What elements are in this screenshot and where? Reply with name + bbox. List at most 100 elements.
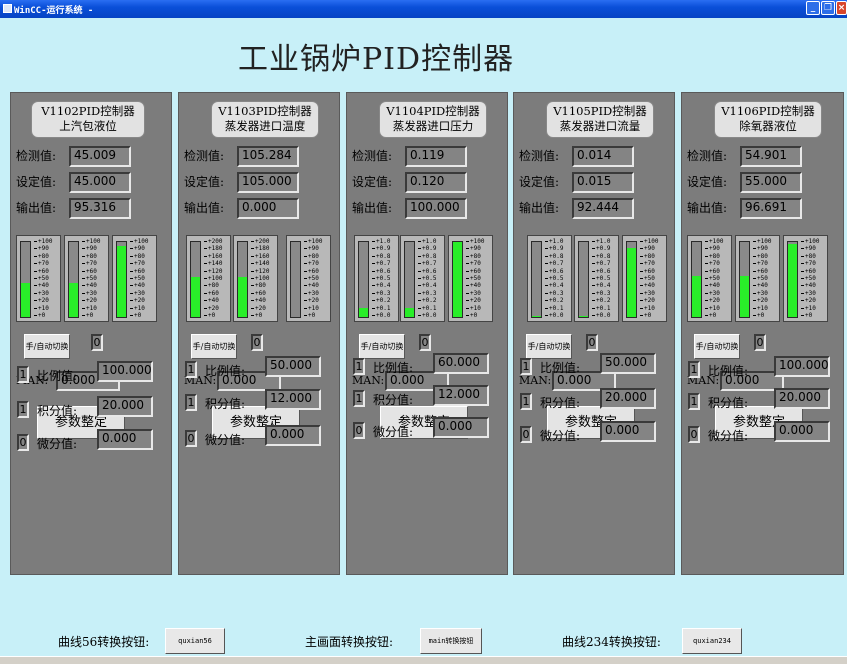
gauge-tick-label: +40 bbox=[705, 282, 720, 289]
kd-value-input[interactable]: 0.000 bbox=[433, 417, 489, 438]
gauge-tick-label: +0.7 bbox=[592, 260, 610, 267]
ki-label: 积分值: bbox=[708, 396, 749, 410]
gauge-tick-label: +0.4 bbox=[545, 282, 563, 289]
bar-gauge: +200 +180 +160 +140 +120 +100 +80 +60 +40 +20 +0 bbox=[233, 235, 278, 322]
gauge-tick-label: +90 bbox=[753, 245, 768, 252]
gauge-tick-label: +20 bbox=[640, 297, 655, 304]
gauge-tick-label: +0.2 bbox=[545, 297, 563, 304]
mode-value: 0 bbox=[251, 334, 263, 351]
manual-auto-switch-button[interactable]: 手/自动切换 bbox=[359, 334, 405, 359]
ki-flag: 1 bbox=[688, 393, 700, 410]
gauge-tick-label: +0.5 bbox=[545, 275, 563, 282]
gauge-tick-label: +0.5 bbox=[592, 275, 610, 282]
kp-value-input[interactable]: 100.000 bbox=[97, 361, 153, 382]
gauge-track bbox=[578, 241, 589, 318]
gauge-tick-label: +50 bbox=[130, 275, 145, 282]
manual-auto-switch-button[interactable]: 手/自动切换 bbox=[191, 334, 237, 359]
gauge-tick-label: +40 bbox=[82, 282, 97, 289]
gauge-track bbox=[531, 241, 542, 318]
gauge-track bbox=[404, 241, 415, 318]
gauge-tick-label: +90 bbox=[466, 245, 481, 252]
ki-value-input[interactable]: 20.000 bbox=[774, 388, 830, 409]
window-title: WinCC-运行系统 - bbox=[14, 6, 94, 16]
gauge-tick-label: +100 bbox=[82, 238, 100, 245]
kp-flag: 1 bbox=[520, 358, 532, 375]
gauge-tick-label: +0.0 bbox=[372, 312, 390, 319]
gauge-fill bbox=[740, 275, 749, 317]
gauge-fill bbox=[359, 308, 368, 317]
gauge-tick-label: +20 bbox=[801, 297, 816, 304]
kp-value-input[interactable]: 60.000 bbox=[433, 353, 489, 374]
gauge-scale: +100 +90 +80 +70 +60 +50 +40 +30 +20 +10 +0 bbox=[705, 236, 733, 321]
manual-auto-switch-button[interactable]: 手/自动切换 bbox=[526, 334, 572, 359]
gauge-fill bbox=[579, 315, 588, 317]
gauge-tick-label: +200 bbox=[251, 238, 269, 245]
gauge-tick-label: +20 bbox=[34, 297, 49, 304]
ki-value-input[interactable]: 12.000 bbox=[433, 385, 489, 406]
close-icon[interactable]: × bbox=[836, 1, 847, 15]
gauge-tick-label: +60 bbox=[801, 268, 816, 275]
gauge-track bbox=[190, 241, 201, 318]
ki-value-input[interactable]: 20.000 bbox=[97, 396, 153, 417]
gauge-track bbox=[452, 241, 463, 318]
main-screen-button[interactable]: main转换按钮 bbox=[420, 628, 482, 654]
gauge-tick-label: +80 bbox=[753, 253, 768, 260]
kp-value-input[interactable]: 50.000 bbox=[600, 353, 656, 374]
restore-icon[interactable]: ❐ bbox=[821, 1, 835, 15]
bar-gauge: +1.0 +0.9 +0.8 +0.7 +0.6 +0.5 +0.4 +0.3 +0.2 +0.1… bbox=[527, 235, 572, 322]
gauge-tick-label: +0.8 bbox=[372, 253, 390, 260]
gauge-tick-label: +70 bbox=[801, 260, 816, 267]
gauge-tick-label: +20 bbox=[753, 297, 768, 304]
gauge-scale: +200 +180 +160 +140 +120 +100 +80 +60 +40 +20 +0 bbox=[204, 236, 232, 321]
measured-label: 检测值: bbox=[687, 149, 728, 163]
kd-value-input[interactable]: 0.000 bbox=[600, 421, 656, 442]
gauge-fill bbox=[627, 248, 636, 317]
manual-auto-switch-button[interactable]: 手/自动切换 bbox=[694, 334, 740, 359]
gauge-tick-label: +60 bbox=[705, 268, 720, 275]
setpoint-label: 设定值: bbox=[687, 175, 728, 189]
kd-value-input[interactable]: 0.000 bbox=[774, 421, 830, 442]
gauge-tick-label: +70 bbox=[130, 260, 145, 267]
output-value: 0.000 bbox=[237, 198, 299, 219]
measured-value: 45.009 bbox=[69, 146, 131, 167]
ki-value-input[interactable]: 20.000 bbox=[600, 388, 656, 409]
gauge-scale: +1.0 +0.9 +0.8 +0.7 +0.6 +0.5 +0.4 +0.3 +0.2 +0.1… bbox=[372, 236, 400, 321]
kp-value-input[interactable]: 100.000 bbox=[774, 356, 830, 377]
gauge-tick-label: +0.7 bbox=[372, 260, 390, 267]
kd-flag: 0 bbox=[353, 422, 365, 439]
gauge-tick-label: +10 bbox=[82, 305, 97, 312]
gauge-tick-label: +70 bbox=[466, 260, 481, 267]
gauge-tick-label: +0 bbox=[204, 312, 215, 319]
ki-label: 积分值: bbox=[37, 404, 78, 418]
kp-label: 比例值: bbox=[540, 361, 581, 375]
curve234-button[interactable]: quxian234 bbox=[682, 628, 742, 654]
gauge-tick-label: +0 bbox=[466, 312, 477, 319]
gauge-tick-label: +0.6 bbox=[372, 268, 390, 275]
gauge-tick-label: +80 bbox=[640, 253, 655, 260]
kd-value-input[interactable]: 0.000 bbox=[97, 429, 153, 450]
kd-label: 微分值: bbox=[540, 429, 581, 443]
gauge-tick-label: +80 bbox=[130, 253, 145, 260]
gauge-tick-label: +30 bbox=[753, 290, 768, 297]
ki-value-input[interactable]: 12.000 bbox=[265, 389, 321, 410]
controller-panel: V1104PID控制器 蒸发器进口压力 检测值: 0.119 设定值: 0.120 输出值:… bbox=[346, 92, 508, 575]
gauge-scale: +100 +90 +80 +70 +60 +50 +40 +30 +20 +10 +0 bbox=[640, 236, 668, 321]
kp-value-input[interactable]: 50.000 bbox=[265, 356, 321, 377]
gauge-tick-label: +60 bbox=[130, 268, 145, 275]
controller-name-plate: V1106PID控制器 除氧器液位 bbox=[714, 101, 822, 138]
gauge-tick-label: +60 bbox=[82, 268, 97, 275]
bar-gauge: +1.0 +0.9 +0.8 +0.7 +0.6 +0.5 +0.4 +0.3 +0.2 +0.1… bbox=[354, 235, 399, 322]
kd-value-input[interactable]: 0.000 bbox=[265, 425, 321, 446]
ki-label: 积分值: bbox=[205, 397, 246, 411]
minimize-icon[interactable]: _ bbox=[806, 1, 820, 15]
manual-auto-switch-button[interactable]: 手/自动切换 bbox=[24, 334, 70, 359]
output-label: 输出值: bbox=[687, 201, 728, 215]
curve56-button[interactable]: quxian56 bbox=[165, 628, 225, 654]
measured-value: 105.284 bbox=[237, 146, 299, 167]
ki-flag: 1 bbox=[17, 401, 29, 418]
bar-gauge: +100 +90 +80 +70 +60 +50 +40 +30 +20 +10 +0 bbox=[16, 235, 61, 322]
gauge-tick-label: +0.1 bbox=[592, 305, 610, 312]
gauge-tick-label: +30 bbox=[466, 290, 481, 297]
output-value: 100.000 bbox=[405, 198, 467, 219]
kd-label: 微分值: bbox=[373, 425, 414, 439]
